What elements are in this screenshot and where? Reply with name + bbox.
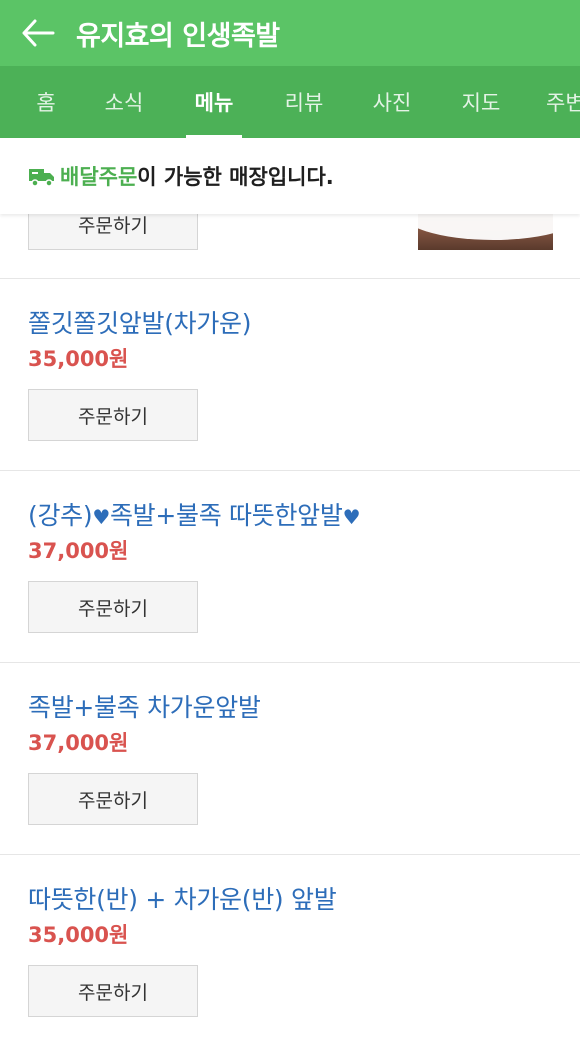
menu-item[interactable]: 쫄깃쫄깃앞발(차가운) 35,000원 주문하기: [0, 279, 580, 471]
tab-home[interactable]: 홈: [22, 66, 70, 138]
tab-reviews[interactable]: 리뷰: [276, 66, 332, 138]
order-button[interactable]: 주문하기: [28, 214, 198, 250]
heart-icon: ♥: [92, 505, 110, 529]
menu-item-price: 37,000원: [28, 539, 129, 563]
menu-item-price: 35,000원: [28, 923, 129, 947]
menu-item-price: 35,000원: [28, 347, 129, 371]
notice-text: 이 가능한 매장입니다.: [137, 165, 334, 189]
menu-item[interactable]: 족발+불족 차가운앞발 37,000원 주문하기: [0, 663, 580, 855]
menu-item-name[interactable]: 따뜻한(반) + 차가운(반) 앞발: [28, 880, 337, 916]
order-button[interactable]: 주문하기: [28, 965, 198, 1017]
order-button[interactable]: 주문하기: [28, 773, 198, 825]
back-arrow-icon[interactable]: [18, 13, 58, 53]
order-button[interactable]: 주문하기: [28, 581, 198, 633]
menu-item-name[interactable]: (강추)♥족발+불족 따뜻한앞발♥: [28, 496, 360, 532]
tab-nearby[interactable]: 주변: [546, 66, 580, 138]
menu-item-name[interactable]: 쫄깃쫄깃앞발(차가운): [28, 304, 252, 340]
tab-map[interactable]: 지도: [453, 66, 509, 138]
menu-list[interactable]: 주문하기 쫄깃쫄깃앞발(차가운) 35,000원 주문하기 (강추)♥족발+불족…: [0, 214, 580, 1038]
menu-item-photo[interactable]: [418, 214, 553, 250]
tab-photos[interactable]: 사진: [364, 66, 420, 138]
tab-news[interactable]: 소식: [96, 66, 152, 138]
menu-item-name[interactable]: 족발+불족 차가운앞발: [28, 688, 261, 724]
menu-item-name-main: 족발+불족 따뜻한앞발: [109, 501, 343, 530]
menu-item-partial: 주문하기: [0, 214, 580, 279]
heart-icon: ♥: [342, 505, 361, 529]
menu-item-price: 37,000원: [28, 731, 129, 755]
tab-bar: 홈 소식 메뉴 리뷰 사진 지도 주변: [0, 66, 580, 138]
menu-item[interactable]: (강추)♥족발+불족 따뜻한앞발♥ 37,000원 주문하기: [0, 471, 580, 663]
delivery-notice: 배달주문 이 가능한 매장입니다.: [0, 138, 580, 214]
order-button[interactable]: 주문하기: [28, 389, 198, 441]
tab-menu[interactable]: 메뉴: [186, 66, 242, 138]
delivery-order-highlight: 배달주문: [60, 165, 138, 189]
menu-item[interactable]: 따뜻한(반) + 차가운(반) 앞발 35,000원 주문하기: [0, 855, 580, 1038]
page-title: 유지효의 인생족발: [76, 20, 280, 52]
app-header: 유지효의 인생족발: [0, 0, 580, 66]
delivery-truck-icon: [29, 169, 54, 187]
menu-item-name-prefix: (강추): [28, 501, 93, 530]
